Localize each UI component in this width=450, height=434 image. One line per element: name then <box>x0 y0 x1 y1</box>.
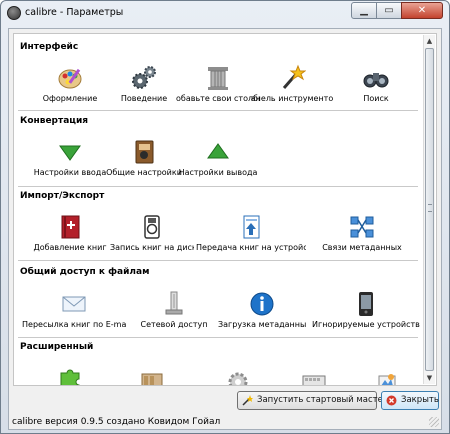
send-to-device-icon <box>243 215 260 239</box>
pref-look-and-feel[interactable]: Оформление <box>28 64 112 103</box>
palette-icon <box>58 68 82 89</box>
gears-icon <box>132 66 156 89</box>
pref-adding-books[interactable]: Добавление книг <box>28 213 112 252</box>
pref-custom-columns[interactable]: обавьте свои столбц <box>176 64 260 103</box>
scrollbar-grip <box>428 204 432 212</box>
books-icon <box>141 373 163 385</box>
pref-output-options[interactable]: Настройки вывода <box>176 138 260 177</box>
run-wizard-button[interactable]: Запустить стартовый мастер <box>237 391 388 410</box>
calibre-app-icon <box>7 6 21 20</box>
mail-icon <box>62 296 86 312</box>
network-icon <box>165 291 183 315</box>
pref-label: Поведение <box>120 94 168 103</box>
scrollbar-thumb[interactable] <box>425 48 434 371</box>
pref-metadata-download[interactable]: Загрузка метаданных <box>218 290 306 329</box>
pref-label: Поиск <box>363 94 389 103</box>
metadata-links-icon <box>350 216 374 238</box>
puzzle-icon <box>60 369 80 385</box>
scroll-down-arrow-icon[interactable]: ▼ <box>424 372 435 384</box>
pref-label: Сетевой доступ <box>140 320 208 329</box>
pref-ignored-devices[interactable]: Игнорируемые устройства <box>312 290 420 329</box>
pref-behavior[interactable]: Поведение <box>102 64 186 103</box>
pref-label: Передача книг на устройства <box>196 243 306 252</box>
pref-label: Запись книг на диск <box>110 243 194 252</box>
pref-label: Пересылка книг по E-mail <box>22 320 126 329</box>
info-icon <box>250 292 274 316</box>
pref-label: Связи метаданных <box>322 243 402 252</box>
section-divider <box>18 186 418 187</box>
pref-search[interactable]: Поиск <box>334 64 418 103</box>
pref-metadata-plugboards[interactable]: Связи метаданных <box>314 213 410 252</box>
pref-label: обавьте свои столбц <box>176 94 260 103</box>
wizard-icon <box>242 395 253 406</box>
pref-label: анель инструменто <box>250 94 334 103</box>
pref-common-options[interactable]: Общие настройки <box>102 138 186 177</box>
scroll-up-arrow-icon[interactable]: ▲ <box>424 35 435 47</box>
column-icon <box>208 67 228 90</box>
tweaks-icon <box>378 374 396 385</box>
section-divider <box>18 260 418 261</box>
dialog-body: Интерфейс Оформление Поведение обавьте с… <box>8 28 442 430</box>
pref-label: Загрузка метаданных <box>218 320 306 329</box>
window-title: calibre - Параметры <box>25 7 124 18</box>
magic-wand-icon <box>282 64 306 89</box>
device-icon <box>359 292 373 316</box>
pref-email[interactable]: Пересылка книг по E-mail <box>22 290 126 329</box>
gear-icon <box>228 372 248 385</box>
arrow-down-icon <box>59 145 81 161</box>
section-divider <box>18 337 418 338</box>
vertical-scrollbar[interactable]: ▲ ▼ <box>423 35 435 384</box>
run-wizard-label: Запустить стартовый мастер <box>257 395 389 405</box>
pref-label: Игнорируемые устройства <box>312 320 420 329</box>
window-controls: ▁ ▭ ✕ <box>351 2 443 19</box>
add-book-icon <box>61 215 80 239</box>
disk-icon <box>144 215 160 239</box>
title-bar[interactable]: calibre - Параметры ▁ ▭ ✕ <box>1 1 449 27</box>
preferences-scroll-area[interactable]: Интерфейс Оформление Поведение обавьте с… <box>13 33 437 386</box>
pref-input-options[interactable]: Настройки ввода <box>28 138 112 177</box>
resize-grip[interactable] <box>429 417 439 427</box>
section-title-interface: Интерфейс <box>20 42 79 52</box>
book-conversion-icon <box>135 140 154 164</box>
section-title-conversion: Конвертация <box>20 116 89 126</box>
pref-tweaks[interactable] <box>344 364 428 385</box>
pref-sharing-over-net[interactable]: Сетевой доступ <box>132 290 216 329</box>
preferences-window: calibre - Параметры ▁ ▭ ✕ Интерфейс Офор… <box>0 0 450 434</box>
section-title-sharing: Общий доступ к файлам <box>20 267 150 277</box>
pref-plugins[interactable] <box>28 364 112 385</box>
pref-miscellaneous[interactable] <box>196 364 280 385</box>
pref-library-maintenance[interactable] <box>110 364 194 385</box>
pref-label: Общие настройки <box>106 168 182 177</box>
pref-label: Добавление книг <box>33 243 107 252</box>
section-title-import-export: Импорт/Экспорт <box>20 191 105 201</box>
close-label: Закрыть <box>401 395 439 405</box>
section-title-advanced: Расширенный <box>20 342 94 352</box>
pref-label: Настройки ввода <box>33 168 107 177</box>
pref-saving-books[interactable]: Запись книг на диск <box>110 213 194 252</box>
close-icon <box>386 395 397 406</box>
arrow-up-icon <box>207 143 229 159</box>
close-window-button[interactable]: ✕ <box>401 2 443 19</box>
status-bar-text: calibre версия 0.9.5 создано Ковидом Гой… <box>12 417 221 427</box>
close-button[interactable]: Закрыть <box>381 391 439 410</box>
pref-sending-to-device[interactable]: Передача книг на устройства <box>196 213 306 252</box>
keyboard-icon <box>302 375 326 385</box>
maximize-button[interactable]: ▭ <box>376 2 402 19</box>
section-divider <box>18 110 418 111</box>
binoculars-icon <box>363 73 389 88</box>
minimize-button[interactable]: ▁ <box>351 2 377 19</box>
pref-toolbar[interactable]: анель инструменто <box>250 64 334 103</box>
pref-label: Оформление <box>42 94 98 103</box>
pref-label: Настройки вывода <box>178 168 258 177</box>
